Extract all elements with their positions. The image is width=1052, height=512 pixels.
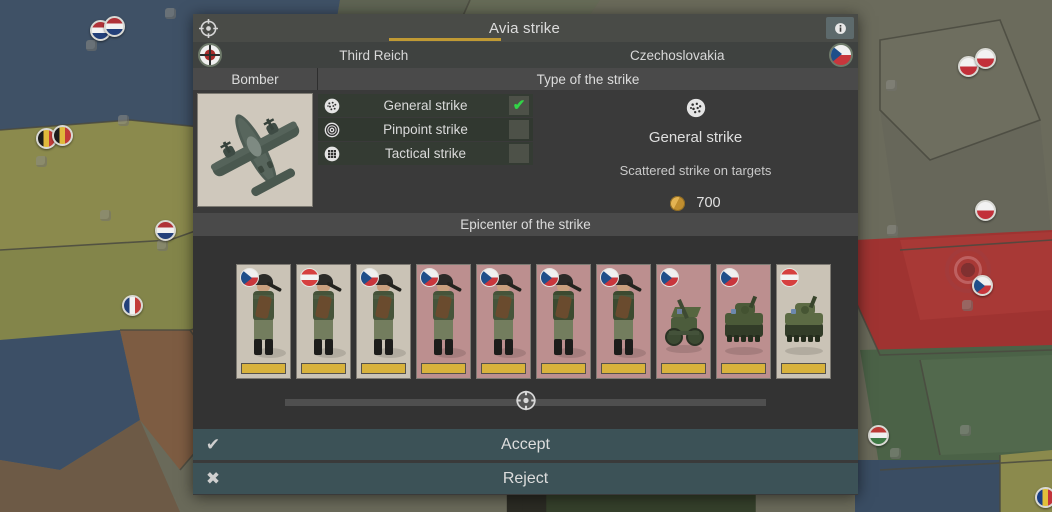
target-card[interactable] <box>356 264 411 379</box>
attacker-name: Third Reich <box>339 47 409 63</box>
map-soldier-icon <box>975 291 988 313</box>
target-card-flag <box>300 268 319 287</box>
target-card-health-bar <box>541 363 586 374</box>
target-card-health-bar <box>781 363 826 374</box>
strike-option-label: Pinpoint strike <box>383 122 468 137</box>
accept-button[interactable]: ✔ Accept <box>193 429 858 460</box>
gold-coin-icon <box>668 193 688 213</box>
target-card-flag <box>720 268 739 287</box>
accept-button-label: Accept <box>501 435 550 453</box>
scatter-dots-icon <box>686 98 706 123</box>
target-card[interactable] <box>476 264 531 379</box>
target-card[interactable] <box>536 264 591 379</box>
target-card-health-bar <box>481 363 526 374</box>
target-card[interactable] <box>776 264 831 379</box>
defender-name: Czechoslovakia <box>629 47 725 63</box>
strike-type-panel: Type of the strike General strike ✔ Pinpoi… <box>318 68 858 213</box>
target-card[interactable] <box>596 264 651 379</box>
attacker-flag <box>198 43 222 67</box>
target-card[interactable] <box>296 264 351 379</box>
strike-detail-name: General strike <box>648 129 743 146</box>
map-soldier-icon <box>158 236 789 512</box>
concentric-circles-icon <box>318 122 346 138</box>
target-card-health-bar <box>361 363 406 374</box>
reject-button[interactable]: ✖ Reject <box>193 463 858 494</box>
epicenter-header: Epicenter of the strike <box>193 213 858 236</box>
dialog-footer: ✔ Accept ✖ Reject <box>193 429 858 495</box>
scatter-dots-icon <box>318 98 346 114</box>
target-card-health-bar <box>661 363 706 374</box>
strike-cost: 700 <box>668 193 721 213</box>
target-card[interactable] <box>236 264 291 379</box>
map-soldier-icon <box>978 216 991 238</box>
target-card-flag <box>360 268 379 287</box>
strike-config-row: Bomber Type of the strike General strike… <box>193 68 858 213</box>
strike-detail-description: Scattered strike on targets <box>619 163 772 178</box>
map-soldier-icon <box>125 311 756 512</box>
grid-square-icon <box>318 146 346 162</box>
strike-cost-value: 700 <box>696 195 721 211</box>
target-card[interactable] <box>656 264 711 379</box>
strike-option-checkbox[interactable] <box>509 120 529 139</box>
map-soldier-icon <box>93 36 724 502</box>
strike-option-checkbox[interactable]: ✔ <box>509 96 529 115</box>
reject-button-label: Reject <box>502 469 549 487</box>
target-card-health-bar <box>241 363 286 374</box>
map-rock-icon <box>165 8 176 19</box>
strike-option-pinpoint-strike[interactable]: Pinpoint strike <box>318 118 533 141</box>
map-soldier-icon <box>39 144 670 512</box>
defender-flag <box>829 43 853 67</box>
active-tab-indicator <box>389 38 501 41</box>
bomber-tab[interactable]: Bomber <box>193 68 318 90</box>
strike-detail-panel: General strike Scattered strike on targe… <box>533 90 858 213</box>
target-card-flag <box>600 268 619 287</box>
target-card-list <box>193 236 858 379</box>
target-card-flag <box>240 268 259 287</box>
map-soldier-icon <box>55 141 686 512</box>
epicenter-targets-area <box>193 236 858 429</box>
target-card-flag <box>420 268 439 287</box>
target-card[interactable] <box>716 264 771 379</box>
map-soldier-icon <box>871 441 884 463</box>
target-card-flag <box>480 268 499 287</box>
dialog-title: Avia strike <box>488 19 561 37</box>
info-icon[interactable] <box>826 17 854 39</box>
crosshair-target-icon[interactable] <box>515 390 536 411</box>
strike-option-label: General strike <box>383 98 468 113</box>
strike-option-tactical-strike[interactable]: Tactical strike <box>318 142 533 165</box>
bomber-aircraft-portrait[interactable] <box>197 93 313 207</box>
nation-bar: Third Reich Czechoslovakia <box>193 42 858 68</box>
strike-type-options: General strike ✔ Pinpoint strike Tactical s… <box>318 90 533 213</box>
map-soldier-icon <box>1038 503 1051 512</box>
target-card-flag <box>540 268 559 287</box>
check-icon: ✔ <box>512 97 526 114</box>
bomber-panel: Bomber <box>193 68 318 213</box>
target-card-flag <box>660 268 679 287</box>
map-soldier-icon <box>961 72 974 94</box>
map-soldier-icon <box>107 32 738 498</box>
strike-option-general-strike[interactable]: General strike ✔ <box>318 94 533 117</box>
target-card-health-bar <box>721 363 766 374</box>
target-card-flag <box>780 268 799 287</box>
strike-option-label: Tactical strike <box>384 146 467 161</box>
strike-option-checkbox[interactable] <box>509 144 529 163</box>
dialog-titlebar: Avia strike <box>193 14 858 42</box>
target-card-health-bar <box>301 363 346 374</box>
crosshair-target-icon[interactable] <box>193 14 223 42</box>
target-card-health-bar <box>601 363 646 374</box>
strike-type-header: Type of the strike <box>318 68 858 90</box>
map-soldier-icon <box>978 64 991 86</box>
avia-strike-dialog: Avia strike Third Reich Czechoslovakia B… <box>193 14 858 495</box>
target-card[interactable] <box>416 264 471 379</box>
target-card-health-bar <box>421 363 466 374</box>
epicenter-slider[interactable] <box>193 390 858 411</box>
